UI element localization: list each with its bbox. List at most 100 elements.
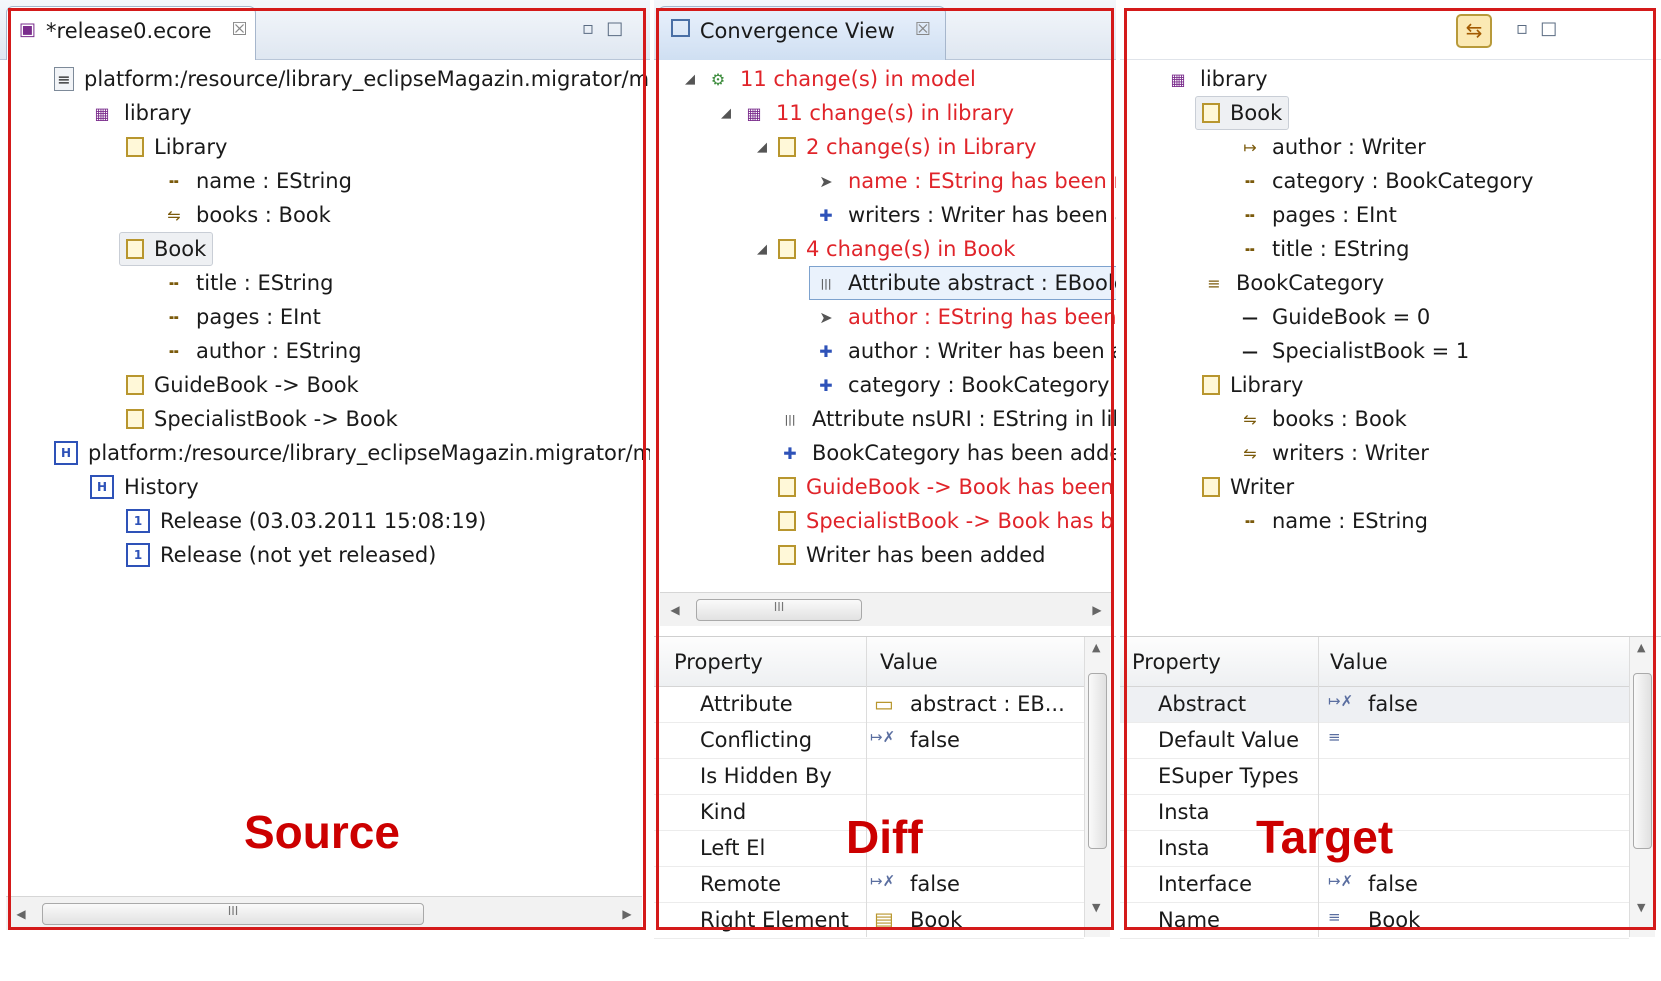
scroll-thumb[interactable] — [1633, 673, 1652, 849]
tree-item-selected[interactable]: Book — [1195, 96, 1290, 130]
value-column-header[interactable]: Value — [1330, 650, 1388, 674]
tree-item[interactable]: 1 Release (03.03.2011 15:08:19) — [126, 504, 486, 538]
scroll-up-icon[interactable]: ▲ — [1092, 641, 1100, 654]
class-removed-icon — [778, 477, 796, 497]
property-row[interactable]: Is Hidden By — [654, 759, 1084, 795]
tree-item[interactable]: — SpecialistBook = 1 — [1238, 334, 1469, 368]
tree-item[interactable]: ✚ writers : Writer has been a — [814, 198, 1116, 232]
tree-item[interactable]: ✚ BookCategory has been adde — [778, 436, 1116, 470]
convergence-view-tab[interactable]: Convergence View ☒ — [658, 6, 946, 60]
eclass-icon — [1202, 477, 1220, 497]
tree-item[interactable]: ◢ ⚙ 11 change(s) in model — [682, 62, 976, 96]
scroll-right-icon[interactable]: ▶ — [1086, 599, 1108, 621]
column-divider[interactable] — [1318, 637, 1319, 937]
diff-properties-vertical-scrollbar[interactable]: ▲ ▼ — [1084, 637, 1110, 937]
tree-item[interactable]: ➤ name : EString has been r — [814, 164, 1116, 198]
tree-item[interactable]: ╍ author : EString — [162, 334, 361, 368]
properties-header: Property Value — [1120, 637, 1629, 687]
scroll-down-icon[interactable]: ▼ — [1637, 901, 1645, 914]
close-icon[interactable]: ☒ — [915, 19, 931, 40]
tree-item[interactable]: Writer has been added — [778, 538, 1045, 572]
tree-item-label: pages : EInt — [1272, 203, 1397, 227]
property-row[interactable]: Interface ↦✗ false — [1120, 867, 1629, 903]
scroll-thumb[interactable]: III — [42, 903, 424, 925]
tree-item[interactable]: ▦ library — [90, 96, 191, 130]
tree-item[interactable]: SpecialistBook -> Book has b — [778, 504, 1114, 538]
target-properties-vertical-scrollbar[interactable]: ▲ ▼ — [1629, 637, 1655, 937]
property-value: Book — [910, 908, 963, 932]
diff-horizontal-scrollbar[interactable]: ◀ III ▶ — [660, 592, 1112, 626]
tree-item[interactable]: ✚ category : BookCategory I — [814, 368, 1116, 402]
minimize-icon[interactable]: ▫ — [1516, 18, 1528, 39]
value-column-header[interactable]: Value — [880, 650, 938, 674]
property-column-header[interactable]: Property — [674, 650, 763, 674]
tree-item[interactable]: ≡ BookCategory — [1202, 266, 1384, 300]
tree-item[interactable]: SpecialistBook -> Book — [126, 402, 398, 436]
tree-item[interactable]: ◢ 4 change(s) in Book — [754, 232, 1015, 266]
tree-item[interactable]: ╍ title : EString — [1238, 232, 1409, 266]
tree-item[interactable]: ╍ name : EString — [1238, 504, 1428, 538]
property-row[interactable]: Conflicting ↦✗ false — [654, 723, 1084, 759]
collapse-arrow-icon[interactable]: ◢ — [682, 72, 698, 87]
property-name: Insta — [1158, 836, 1210, 860]
tree-item[interactable]: ➤ author : EString has been — [814, 300, 1116, 334]
tree-item[interactable]: Library — [1202, 368, 1303, 402]
tree-item-selected[interactable]: Book — [119, 232, 214, 266]
tree-item[interactable]: ╍ name : EString — [162, 164, 352, 198]
tree-item[interactable]: ✚ author : Writer has been a — [814, 334, 1116, 368]
maximize-icon[interactable]: □ — [1540, 18, 1557, 39]
maximize-icon[interactable]: □ — [606, 18, 623, 39]
property-row[interactable]: ESuper Types — [1120, 759, 1629, 795]
tree-item[interactable]: GuideBook -> Book — [126, 368, 359, 402]
property-column-header[interactable]: Property — [1132, 650, 1221, 674]
property-name: Abstract — [1158, 692, 1247, 716]
scroll-thumb[interactable]: III — [696, 599, 862, 621]
sync-toggle-button[interactable]: ⇆ — [1456, 14, 1492, 48]
property-value: false — [1368, 692, 1418, 716]
tree-item[interactable]: — GuideBook = 0 — [1238, 300, 1430, 334]
column-divider[interactable] — [866, 637, 867, 937]
collapse-arrow-icon[interactable]: ◢ — [718, 106, 734, 121]
scroll-thumb[interactable] — [1088, 673, 1107, 849]
tree-item[interactable]: H History — [90, 470, 199, 504]
minimize-icon[interactable]: ▫ — [582, 18, 594, 39]
property-row[interactable]: Default Value ≡ — [1120, 723, 1629, 759]
tree-item[interactable]: ╍ pages : EInt — [1238, 198, 1397, 232]
property-row[interactable]: Right Element ▤ Book — [654, 903, 1084, 939]
close-icon[interactable]: ☒ — [232, 19, 248, 40]
scroll-left-icon[interactable]: ◀ — [10, 903, 32, 925]
tree-item[interactable]: 1 Release (not yet released) — [126, 538, 436, 572]
scroll-down-icon[interactable]: ▼ — [1092, 901, 1100, 914]
property-row-selected[interactable]: Abstract ↦✗ false — [1120, 687, 1629, 723]
tree-item-label: GuideBook = 0 — [1272, 305, 1431, 329]
tree-item[interactable]: ⇋ books : Book — [162, 198, 331, 232]
collapse-arrow-icon[interactable]: ◢ — [754, 242, 770, 257]
collapse-arrow-icon[interactable]: ◢ — [754, 140, 770, 155]
tree-item[interactable]: ≡ platform:/resource/library_eclipseMaga… — [54, 62, 650, 96]
tree-item-selected[interactable]: ||| Attribute abstract : EBoole — [809, 266, 1116, 300]
tree-item[interactable]: Library — [126, 130, 227, 164]
tree-item-label: Attribute nsURI : EString in lib — [812, 407, 1116, 431]
tree-item[interactable]: ◢ 2 change(s) in Library — [754, 130, 1037, 164]
tree-item[interactable]: ╍ title : EString — [162, 266, 333, 300]
tree-item[interactable]: ▦ library — [1166, 62, 1267, 96]
source-horizontal-scrollbar[interactable]: ◀ III ▶ — [6, 896, 642, 930]
scroll-left-icon[interactable]: ◀ — [664, 599, 686, 621]
tree-item[interactable]: ||| Attribute nsURI : EString in lib — [778, 402, 1116, 436]
tree-item[interactable]: H platform:/resource/library_eclipseMaga… — [54, 436, 650, 470]
property-row[interactable]: Remote ↦✗ false — [654, 867, 1084, 903]
tree-item[interactable]: GuideBook -> Book has been — [778, 470, 1114, 504]
tree-item[interactable]: ⇋ books : Book — [1238, 402, 1407, 436]
property-row[interactable]: Attribute ▭ abstract : EB... — [654, 687, 1084, 723]
source-overlay-label: Source — [244, 806, 400, 858]
source-editor-tab[interactable]: ▣ *release0.ecore ☒ — [6, 6, 256, 60]
scroll-up-icon[interactable]: ▲ — [1637, 641, 1645, 654]
tree-item[interactable]: ╍ category : BookCategory — [1238, 164, 1533, 198]
tree-item[interactable]: ◢ ▦ 11 change(s) in library — [718, 96, 1014, 130]
tree-item[interactable]: ╍ pages : EInt — [162, 300, 321, 334]
tree-item[interactable]: Writer — [1202, 470, 1294, 504]
property-row[interactable]: Name ≡ Book — [1120, 903, 1629, 939]
scroll-right-icon[interactable]: ▶ — [616, 903, 638, 925]
tree-item[interactable]: ⇋ writers : Writer — [1238, 436, 1429, 470]
tree-item[interactable]: ↦ author : Writer — [1238, 130, 1425, 164]
